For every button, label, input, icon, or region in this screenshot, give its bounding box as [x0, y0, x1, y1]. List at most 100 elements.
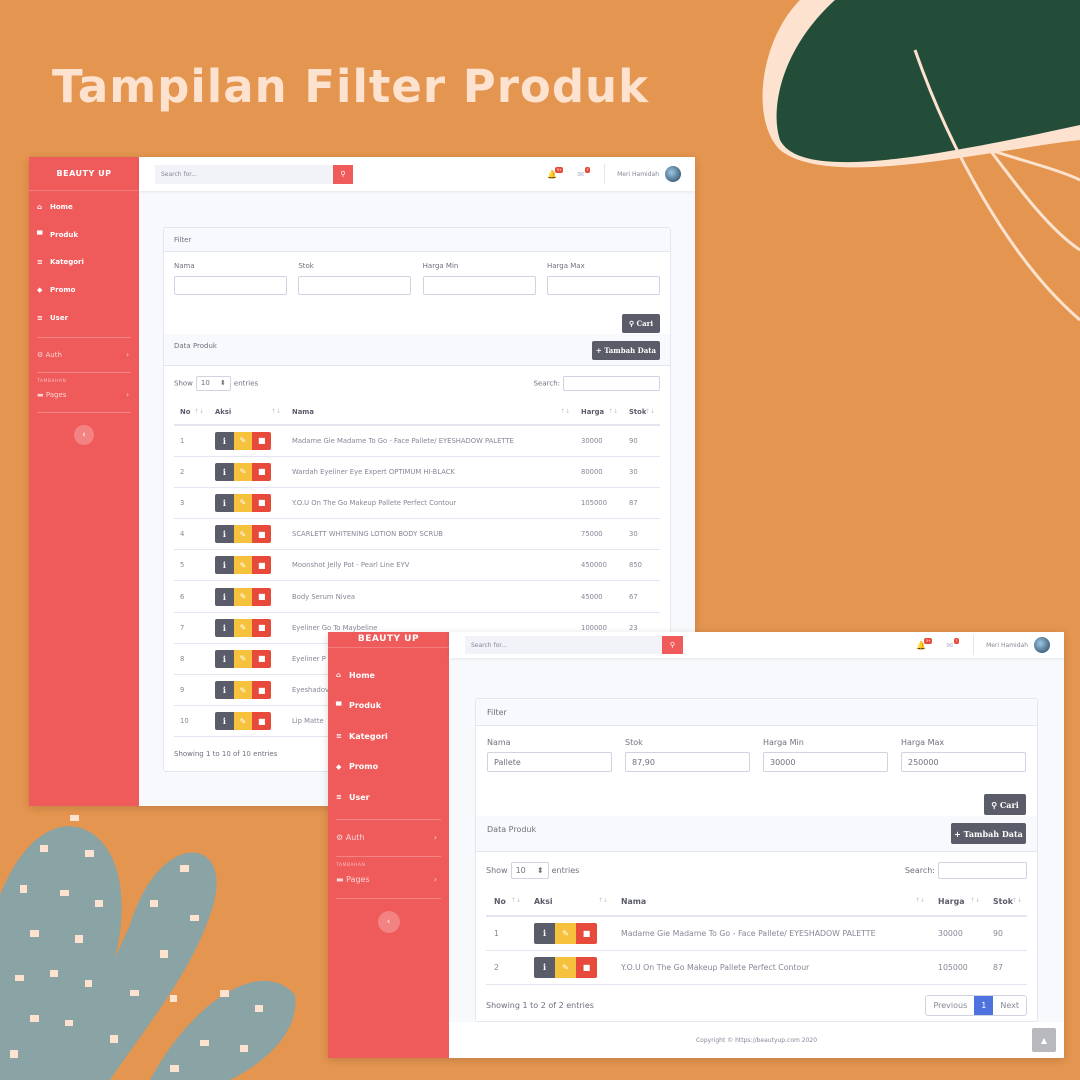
brand-logo[interactable]: BEAUTY UP: [29, 157, 139, 191]
alerts-bell-icon[interactable]: 🔔 3+: [547, 166, 564, 179]
table-search-input[interactable]: [938, 861, 1027, 879]
sidebar-item-produk[interactable]: ▀ Produk: [29, 221, 139, 249]
info-button[interactable]: i: [215, 618, 234, 637]
entries-select[interactable]: 10 ⬍: [510, 861, 549, 879]
table-search-input[interactable]: [563, 375, 660, 391]
col-stok[interactable]: Stok ↑↓: [623, 400, 660, 426]
sidebar-item-promo[interactable]: ◆ Promo: [29, 276, 139, 304]
info-button[interactable]: i: [215, 493, 234, 512]
info-button[interactable]: i: [534, 956, 555, 978]
col-nama[interactable]: Nama ↑↓: [286, 400, 575, 426]
cari-button[interactable]: ⚲ Cari: [622, 314, 660, 333]
delete-button[interactable]: ■: [576, 956, 597, 978]
col-harga[interactable]: Harga ↑↓: [575, 400, 623, 426]
search-button[interactable]: ⚲: [333, 164, 353, 184]
delete-button[interactable]: ■: [252, 462, 272, 481]
entries-select[interactable]: 10 ⬍: [195, 375, 231, 391]
col-no[interactable]: No ↑↓: [486, 888, 526, 917]
sidebar-item-produk[interactable]: ▀ Produk: [328, 691, 449, 722]
col-stok[interactable]: Stok ↑↓: [985, 888, 1027, 917]
plus-icon: +: [595, 346, 605, 355]
alerts-bell-icon[interactable]: 🔔 3+: [916, 637, 933, 650]
delete-button[interactable]: ■: [252, 681, 272, 700]
edit-button[interactable]: ✎: [555, 922, 576, 944]
sidebar-item-home[interactable]: ⌂ Home: [328, 660, 449, 691]
sidebar-item-auth[interactable]: ⚙ Auth ›: [328, 826, 449, 850]
scroll-to-top-button[interactable]: ▲: [1032, 1028, 1056, 1052]
col-nama[interactable]: Nama ↑↓: [613, 888, 930, 917]
search-input[interactable]: Search for...: [465, 636, 662, 654]
delete-button[interactable]: ■: [252, 431, 272, 450]
edit-button[interactable]: ✎: [233, 431, 253, 450]
sidebar-item-pages[interactable]: ▬ Pages ›: [328, 868, 449, 892]
trash-icon: ■: [257, 467, 266, 477]
filter-harga-max-input[interactable]: 250000: [901, 752, 1026, 772]
info-button[interactable]: i: [534, 922, 555, 944]
delete-button[interactable]: ■: [252, 712, 272, 731]
filter-harga-min-input[interactable]: [422, 276, 536, 295]
info-button[interactable]: i: [215, 649, 234, 668]
filter-harga-min-input[interactable]: 30000: [763, 752, 888, 772]
info-button[interactable]: i: [215, 712, 234, 731]
sidebar-item-user[interactable]: ≡ User: [29, 304, 139, 332]
avatar[interactable]: [665, 166, 681, 182]
sidebar-toggle-button[interactable]: ‹: [377, 910, 400, 933]
delete-button[interactable]: ■: [252, 587, 272, 606]
delete-button[interactable]: ■: [252, 525, 272, 544]
delete-button[interactable]: ■: [252, 556, 272, 575]
sidebar-item-kategori[interactable]: ≡ Kategori: [29, 248, 139, 276]
edit-button[interactable]: ✎: [233, 681, 253, 700]
edit-button[interactable]: ✎: [233, 556, 253, 575]
sidebar-item-promo[interactable]: ◆ Promo: [328, 752, 449, 783]
messages-envelope-icon[interactable]: ✉ 7: [577, 166, 591, 179]
info-button[interactable]: i: [215, 587, 234, 606]
user-name[interactable]: Meri Hamidah: [617, 171, 659, 178]
info-button[interactable]: i: [215, 431, 234, 450]
delete-button[interactable]: ■: [576, 922, 597, 944]
col-no[interactable]: No ↑↓: [174, 400, 209, 426]
col-harga[interactable]: Harga ↑↓: [930, 888, 985, 917]
delete-button[interactable]: ■: [252, 618, 272, 637]
edit-button[interactable]: ✎: [233, 712, 253, 731]
messages-envelope-icon[interactable]: ✉ 7: [946, 637, 960, 650]
sidebar-toggle-button[interactable]: ‹: [74, 425, 94, 446]
info-button[interactable]: i: [215, 462, 234, 481]
user-name[interactable]: Meri Hamidah: [986, 642, 1028, 649]
brand-logo[interactable]: BEAUTY UP: [328, 632, 449, 648]
col-aksi[interactable]: Aksi ↑↓: [209, 400, 286, 426]
edit-button[interactable]: ✎: [233, 587, 253, 606]
delete-button[interactable]: ■: [252, 649, 272, 668]
edit-button[interactable]: ✎: [233, 618, 253, 637]
delete-button[interactable]: ■: [252, 493, 272, 512]
pagination-page[interactable]: 1: [974, 996, 994, 1015]
sidebar-item-auth[interactable]: ⚙ Auth ›: [29, 344, 139, 366]
info-button[interactable]: i: [215, 681, 234, 700]
search-button[interactable]: ⚲: [662, 636, 683, 654]
avatar[interactable]: [1034, 637, 1050, 653]
tambah-data-button[interactable]: + Tambah Data: [592, 341, 660, 360]
edit-button[interactable]: ✎: [233, 649, 253, 668]
filter-harga-max-input[interactable]: [546, 276, 660, 295]
tambah-data-button[interactable]: + Tambah Data: [951, 823, 1026, 844]
sidebar-item-kategori[interactable]: ≡ Kategori: [328, 721, 449, 752]
sidebar-item-user[interactable]: ≡ User: [328, 782, 449, 813]
edit-button[interactable]: ✎: [555, 956, 576, 978]
sidebar-item-pages[interactable]: ▬ Pages ›: [29, 384, 139, 406]
cell-nama: Madame Gie Madame To Go - Face Pallete/ …: [286, 425, 575, 457]
sidebar-item-home[interactable]: ⌂ Home: [29, 193, 139, 221]
cari-button[interactable]: ⚲ Cari: [984, 794, 1026, 815]
pagination-previous[interactable]: Previous: [926, 996, 974, 1015]
edit-button[interactable]: ✎: [233, 462, 253, 481]
filter-stok-input[interactable]: 87,90: [625, 752, 750, 772]
pagination-next[interactable]: Next: [993, 996, 1026, 1015]
info-button[interactable]: i: [215, 556, 234, 575]
search-input[interactable]: Search for...: [155, 164, 333, 184]
edit-button[interactable]: ✎: [233, 493, 253, 512]
filter-nama-input[interactable]: Pallete: [487, 752, 612, 772]
filter-stok-input[interactable]: [298, 276, 412, 295]
col-aksi[interactable]: Aksi ↑↓: [526, 888, 613, 917]
info-button[interactable]: i: [215, 525, 234, 544]
trash-icon: ■: [257, 498, 266, 508]
filter-nama-input[interactable]: [174, 276, 287, 295]
edit-button[interactable]: ✎: [233, 525, 253, 544]
